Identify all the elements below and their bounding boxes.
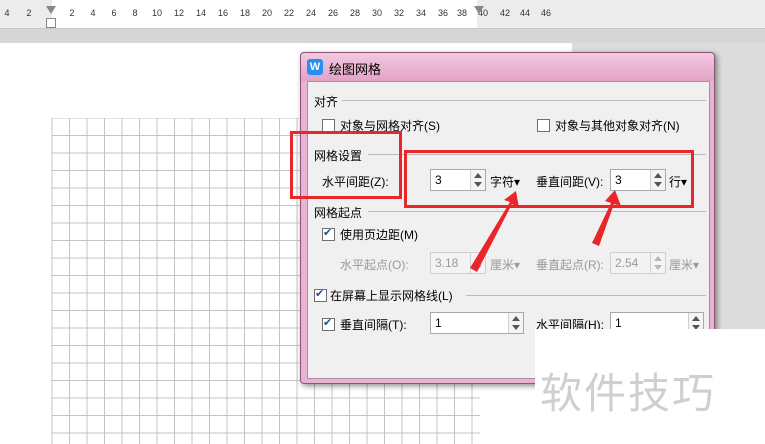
watermark-text: 软件技巧 (540, 369, 717, 418)
red-arrow-right (592, 190, 621, 246)
red-arrow-left (470, 191, 519, 272)
